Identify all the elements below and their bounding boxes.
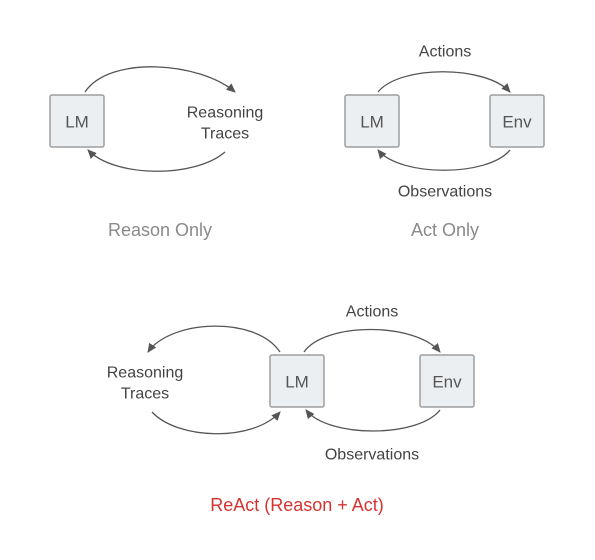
act-arrow-observations [378, 150, 510, 170]
react-arrow-actions [304, 330, 440, 353]
panel-reason-only: LM Reasoning Traces Reason Only [50, 67, 263, 240]
reason-traces-label-line2: Traces [201, 126, 249, 143]
react-lm-node: LM [270, 355, 324, 407]
react-env-node: Env [420, 355, 474, 407]
react-env-label: Env [432, 373, 462, 392]
reason-lm-label: LM [65, 113, 89, 132]
react-diagram: LM Reasoning Traces Reason Only LM Env A… [0, 0, 595, 560]
react-lm-label: LM [285, 373, 309, 392]
act-observations-label: Observations [398, 184, 492, 201]
act-env-label: Env [502, 113, 532, 132]
panel-act-only: LM Env Actions Observations Act Only [345, 44, 544, 241]
react-traces-label-line1: Reasoning [107, 365, 184, 382]
act-lm-label: LM [360, 113, 384, 132]
panel-react: LM Env Reasoning Traces Actions Observat… [107, 304, 474, 516]
act-env-node: Env [490, 95, 544, 147]
react-traces-label-line2: Traces [121, 386, 169, 403]
act-arrow-actions [378, 72, 510, 92]
reason-arrow-bottom [88, 150, 225, 171]
act-lm-node: LM [345, 95, 399, 147]
react-arrow-reason-top [148, 326, 280, 352]
act-actions-label: Actions [419, 44, 471, 61]
reason-lm-node: LM [50, 95, 104, 147]
react-observations-label: Observations [325, 447, 419, 464]
react-arrow-reason-bottom [152, 412, 280, 434]
reason-only-caption: Reason Only [108, 220, 212, 240]
react-arrow-observations [306, 410, 440, 431]
act-only-caption: Act Only [411, 220, 479, 240]
react-caption: ReAct (Reason + Act) [210, 495, 384, 515]
react-actions-label: Actions [346, 304, 398, 321]
reason-traces-label-line1: Reasoning [187, 105, 264, 122]
reason-arrow-top [85, 67, 235, 92]
